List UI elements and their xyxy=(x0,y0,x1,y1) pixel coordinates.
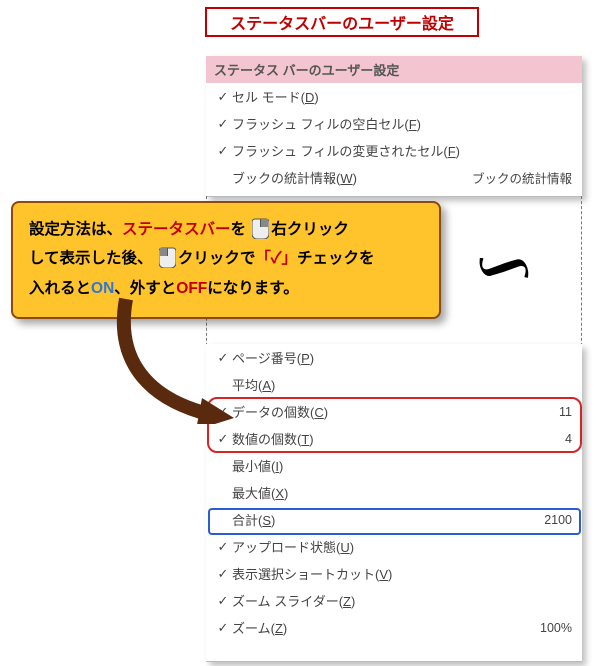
menu-item-value: 11 xyxy=(551,405,572,419)
instruction-callout: 設定方法は、ステータスバーを 右クリック して表示した後、 クリックで「✓」チェ… xyxy=(11,201,441,319)
mouse-right-click-icon xyxy=(252,217,269,239)
page-title: ステータスバーのユーザー設定 xyxy=(205,7,479,37)
menu-item[interactable]: ✓表示選択ショートカット(V) xyxy=(206,560,582,587)
menu-item-value: 4 xyxy=(557,432,572,446)
menu-item-label: ブックの統計情報(W) xyxy=(232,168,464,187)
menu-item[interactable]: ✓フラッシュ フィルの空白セル(F) xyxy=(206,110,582,137)
page-title-text: ステータスバーのユーザー設定 xyxy=(230,10,454,34)
callout-text: クリックで xyxy=(178,250,256,267)
check-icon: ✓ xyxy=(214,566,232,582)
menu-item[interactable]: ✓セル モード(D) xyxy=(206,83,582,110)
menu-item-label: データの個数(C) xyxy=(232,402,551,421)
check-icon: ✓ xyxy=(214,539,232,555)
callout-text: になります。 xyxy=(207,280,298,297)
menu-header: ステータス バーのユーザー設定 xyxy=(206,56,582,83)
callout-text: 、外すと xyxy=(114,280,176,297)
check-icon: ✓ xyxy=(214,143,232,159)
check-icon: ✓ xyxy=(214,89,232,105)
menu-item[interactable]: ✓数値の個数(T)4 xyxy=(206,425,582,452)
callout-check: 「✓」 xyxy=(255,250,297,267)
menu-item[interactable]: ✓ズーム スライダー(Z) xyxy=(206,587,582,614)
ellipsis-cut-icon: ∫ xyxy=(484,245,534,288)
menu-item-label: 最小値(I) xyxy=(232,456,572,475)
menu-item-label: 平均(A) xyxy=(232,375,572,394)
menu-item-value: ブックの統計情報 xyxy=(464,168,572,187)
menu-item[interactable]: 最大値(X) xyxy=(206,479,582,506)
menu-item[interactable]: ✓ページ番号(P) xyxy=(206,344,582,371)
menu-item[interactable]: ✓フラッシュ フィルの変更されたセル(F) xyxy=(206,137,582,164)
menu-item-label: ページ番号(P) xyxy=(232,348,572,367)
callout-text: 右クリック xyxy=(271,221,349,238)
cut-edge-right-icon xyxy=(581,196,582,346)
callout-statusbar: ステータスバー xyxy=(122,221,231,238)
menu-item[interactable]: ✓アップロード状態(U) xyxy=(206,533,582,560)
menu-item-label: セル モード(D) xyxy=(232,87,572,106)
mouse-left-click-icon xyxy=(159,246,176,268)
menu-item-label: フラッシュ フィルの空白セル(F) xyxy=(232,114,572,133)
menu-item-label: 合計(S) xyxy=(232,510,536,529)
menu-item-label: 表示選択ショートカット(V) xyxy=(232,564,572,583)
check-icon: ✓ xyxy=(214,116,232,132)
menu-item[interactable]: ブックの統計情報(W)ブックの統計情報 xyxy=(206,164,582,191)
menu-item-label: ズーム スライダー(Z) xyxy=(232,591,572,610)
check-icon: ✓ xyxy=(214,404,232,420)
menu-item-label: アップロード状態(U) xyxy=(232,537,572,556)
callout-text: チェックを xyxy=(297,250,375,267)
menu-item-label: 数値の個数(T) xyxy=(232,429,557,448)
callout-text: を xyxy=(231,221,247,238)
check-icon: ✓ xyxy=(214,431,232,447)
menu-item[interactable]: 合計(S)2100 xyxy=(206,506,582,533)
menu-item[interactable]: 平均(A) xyxy=(206,371,582,398)
menu-item[interactable]: ✓データの個数(C)11 xyxy=(206,398,582,425)
menu-header-text: ステータス バーのユーザー設定 xyxy=(214,63,399,78)
menu-item-label: フラッシュ フィルの変更されたセル(F) xyxy=(232,141,572,160)
menu-item[interactable]: 最小値(I) xyxy=(206,452,582,479)
status-bar-menu-top: ステータス バーのユーザー設定 ✓セル モード(D)✓フラッシュ フィルの空白セ… xyxy=(206,56,582,197)
menu-item[interactable]: ✓ズーム(Z)100% xyxy=(206,614,582,641)
check-icon: ✓ xyxy=(214,620,232,636)
check-icon: ✓ xyxy=(214,593,232,609)
menu-item-value: 2100 xyxy=(536,513,572,527)
status-bar-menu-bottom: ✓ページ番号(P)平均(A)✓データの個数(C)11✓数値の個数(T)4最小値(… xyxy=(206,344,582,662)
menu-item-label: 最大値(X) xyxy=(232,483,572,502)
menu-item-value: 100% xyxy=(532,621,572,635)
callout-text: 設定方法は、 xyxy=(29,221,122,238)
callout-on: ON xyxy=(91,280,114,297)
callout-text: して表示した後、 xyxy=(29,250,153,267)
callout-text: 入れると xyxy=(29,280,91,297)
callout-off: OFF xyxy=(176,280,207,297)
check-icon: ✓ xyxy=(214,350,232,366)
menu-item-label: ズーム(Z) xyxy=(232,618,532,637)
